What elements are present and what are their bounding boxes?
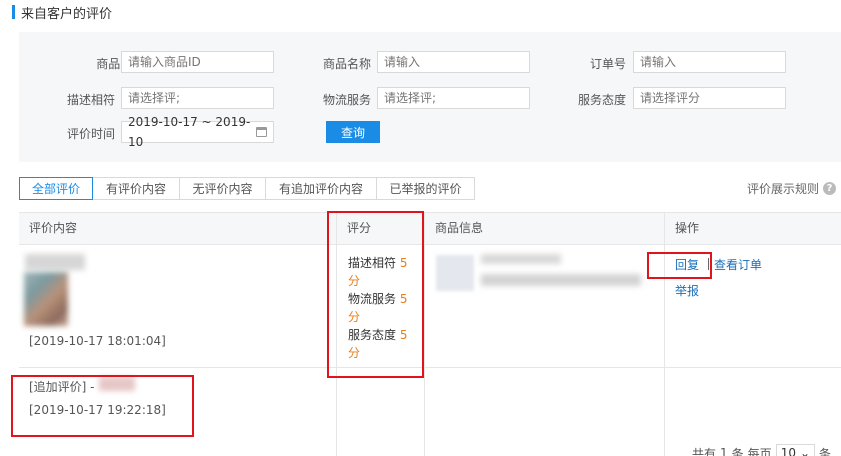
table-header: 评价内容 评分 商品信息 操作: [19, 212, 841, 245]
review-time-value: 2019-10-17 ~ 2019-10: [128, 115, 251, 149]
column-divider: [424, 212, 425, 456]
display-rules-label: 评价展示规则: [747, 182, 820, 196]
service-select[interactable]: [633, 87, 786, 109]
product-name-label: 商品名称: [322, 57, 371, 71]
chevron-down-icon: ⌄: [799, 446, 811, 456]
pager-total: 1: [720, 446, 728, 456]
pager-total-prefix: 共有: [692, 446, 717, 456]
title-accent-bar: [12, 5, 15, 19]
pager-total-unit: 条: [731, 446, 744, 456]
tab-without-content[interactable]: 无评价内容: [180, 177, 266, 200]
filter-panel: 商品ID 商品名称 订单号 描述相符 物流服务 服务态度 评价时间 2019-1…: [19, 32, 841, 162]
highlight-rating-box: [327, 211, 424, 378]
header-actions: 操作: [675, 221, 700, 235]
display-rules-link[interactable]: 评价展示规则 ?: [747, 180, 837, 197]
blurred-product-name: [481, 254, 561, 264]
blurred-product-name: [481, 274, 641, 286]
product-id-input[interactable]: [121, 51, 274, 73]
header-product-info: 商品信息: [435, 221, 484, 235]
tab-with-followup[interactable]: 有追加评价内容: [266, 177, 377, 200]
review-time-range-picker[interactable]: 2019-10-17 ~ 2019-10: [121, 115, 274, 149]
service-label: 服务态度: [577, 93, 626, 107]
calendar-icon: [256, 127, 267, 137]
header-review-content: 评价内容: [29, 221, 78, 235]
section-header: 来自客户的评价: [12, 4, 113, 22]
view-order-link[interactable]: 查看订单: [714, 256, 762, 273]
product-name-input[interactable]: [377, 51, 530, 73]
tab-with-content[interactable]: 有评价内容: [93, 177, 180, 200]
desc-match-label: 描述相符: [66, 93, 115, 107]
highlight-followup-box: [11, 375, 194, 437]
highlight-reply-box: [647, 252, 712, 279]
per-page-value: 10: [780, 446, 796, 456]
row-divider: [19, 367, 841, 368]
report-link[interactable]: 举报: [675, 282, 699, 299]
order-no-input[interactable]: [633, 51, 786, 73]
review-filter-tabs: 全部评价 有评价内容 无评价内容 有追加评价内容 已举报的评价: [19, 177, 475, 200]
per-page-select[interactable]: 10 ⌄: [775, 444, 816, 456]
logistics-select[interactable]: [377, 87, 530, 109]
section-title: 来自客户的评价: [21, 6, 113, 22]
pagination: 共有 1 条 每页 10 ⌄ 条: [692, 444, 831, 456]
desc-match-select[interactable]: [121, 87, 274, 109]
logistics-label: 物流服务: [322, 93, 371, 107]
order-no-label: 订单号: [589, 57, 626, 71]
tab-reported[interactable]: 已举报的评价: [377, 177, 475, 200]
pager-per-page-unit: 条: [819, 446, 832, 456]
tab-all-reviews[interactable]: 全部评价: [19, 177, 93, 200]
query-button[interactable]: 查询: [326, 121, 380, 143]
product-thumbnail[interactable]: [436, 255, 474, 291]
help-icon: ?: [823, 182, 837, 195]
column-divider: [664, 212, 665, 456]
review-photo-thumbnail[interactable]: [24, 272, 68, 326]
pager-per-page-label: 每页: [747, 446, 772, 456]
blurred-username: [25, 254, 85, 270]
review-time-label: 评价时间: [66, 127, 115, 141]
review-timestamp: [2019-10-17 18:01:04]: [29, 334, 166, 348]
